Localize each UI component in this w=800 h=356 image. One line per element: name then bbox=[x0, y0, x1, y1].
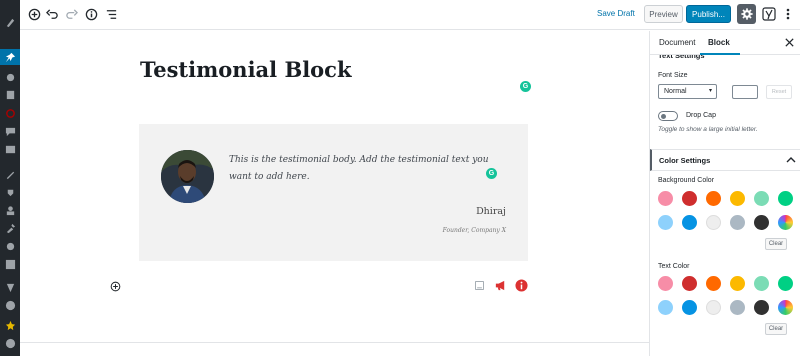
color-swatch[interactable] bbox=[682, 191, 697, 206]
drop-cap-toggle[interactable] bbox=[658, 111, 678, 121]
pages-icon[interactable] bbox=[3, 87, 17, 101]
brush-icon[interactable] bbox=[3, 15, 17, 29]
testimonial-body[interactable]: This is the testimonial body. Add the te… bbox=[229, 152, 509, 186]
more-menu-button[interactable] bbox=[782, 6, 794, 22]
custom-font-size-input[interactable] bbox=[732, 85, 758, 99]
color-swatch[interactable] bbox=[706, 300, 721, 315]
yoast-icon[interactable] bbox=[3, 280, 17, 294]
compass-icon[interactable] bbox=[3, 298, 17, 312]
active-tab-indicator bbox=[700, 53, 740, 55]
color-swatch[interactable] bbox=[778, 215, 793, 230]
sidebar-tabs: Document Block bbox=[650, 31, 800, 55]
tab-block[interactable]: Block bbox=[708, 38, 730, 47]
settings-icon[interactable] bbox=[3, 239, 17, 253]
color-swatch[interactable] bbox=[706, 191, 721, 206]
inserter-button[interactable] bbox=[108, 279, 122, 293]
avatar bbox=[161, 150, 214, 203]
yoast-icon bbox=[762, 7, 776, 21]
gear-icon bbox=[740, 8, 753, 20]
publish-button[interactable]: Publish... bbox=[686, 5, 731, 23]
color-settings-heading: Color Settings bbox=[659, 156, 711, 165]
color-swatch[interactable] bbox=[658, 276, 673, 291]
collapse-icon[interactable] bbox=[3, 336, 17, 350]
color-swatch[interactable] bbox=[754, 191, 769, 206]
color-swatch[interactable] bbox=[730, 276, 745, 291]
wp-admin-sidebar bbox=[0, 0, 20, 356]
clear-background-button[interactable]: Clear bbox=[765, 238, 787, 250]
drop-cap-help: Toggle to show a large initial letter. bbox=[658, 126, 758, 133]
drop-cap-label: Drop Cap bbox=[686, 112, 716, 119]
font-size-select[interactable]: Normal ▾ bbox=[658, 84, 717, 99]
color-swatch[interactable] bbox=[682, 276, 697, 291]
users-icon[interactable] bbox=[3, 203, 17, 217]
plugin-icon[interactable] bbox=[3, 106, 17, 120]
clear-text-button[interactable]: Clear bbox=[765, 323, 787, 335]
color-swatch[interactable] bbox=[658, 215, 673, 230]
color-swatch[interactable] bbox=[682, 300, 697, 315]
color-swatch[interactable] bbox=[706, 215, 721, 230]
color-settings-panel-header[interactable]: Color Settings bbox=[650, 149, 800, 171]
color-swatch[interactable] bbox=[730, 215, 745, 230]
font-size-label: Font Size bbox=[658, 72, 688, 79]
star-icon[interactable] bbox=[3, 318, 17, 332]
color-swatch[interactable] bbox=[730, 300, 745, 315]
color-swatch[interactable] bbox=[778, 276, 793, 291]
color-swatch[interactable] bbox=[754, 276, 769, 291]
color-swatch[interactable] bbox=[754, 215, 769, 230]
color-swatch[interactable] bbox=[658, 300, 673, 315]
text-color-label: Text Color bbox=[658, 263, 690, 270]
add-block-icon[interactable] bbox=[27, 7, 41, 21]
app: Save Draft Preview Publish... Testimonia… bbox=[0, 0, 800, 356]
block-navigation-icon[interactable] bbox=[104, 7, 118, 21]
plugins-icon[interactable] bbox=[3, 185, 17, 199]
settings-sidebar: Text Settings Document Block Font Size N… bbox=[649, 31, 800, 356]
info-circle-icon[interactable] bbox=[514, 278, 528, 292]
color-swatch[interactable] bbox=[658, 191, 673, 206]
pin-icon[interactable] bbox=[0, 49, 20, 65]
color-swatch[interactable] bbox=[682, 215, 697, 230]
testimonial-block[interactable]: This is the testimonial body. Add the te… bbox=[139, 124, 528, 261]
media-icon[interactable] bbox=[3, 70, 17, 84]
font-size-value: Normal bbox=[664, 88, 687, 95]
color-swatch[interactable] bbox=[754, 300, 769, 315]
editor-canvas: Testimonial Block G This is the testimon… bbox=[20, 31, 649, 356]
grid-icon[interactable] bbox=[3, 257, 17, 271]
chevron-down-icon: ▾ bbox=[708, 88, 712, 94]
chevron-up-icon bbox=[786, 157, 796, 163]
close-icon[interactable] bbox=[784, 37, 795, 48]
image-block-icon[interactable] bbox=[472, 278, 486, 292]
undo-icon[interactable] bbox=[45, 7, 59, 21]
reset-button[interactable]: Reset bbox=[766, 85, 792, 99]
megaphone-icon[interactable] bbox=[493, 278, 507, 292]
color-swatch[interactable] bbox=[706, 276, 721, 291]
info-icon[interactable] bbox=[84, 7, 98, 21]
divider bbox=[20, 342, 649, 343]
appearance-icon[interactable] bbox=[3, 167, 17, 181]
testimonial-name[interactable]: Dhiraj bbox=[476, 206, 506, 217]
tab-document[interactable]: Document bbox=[659, 38, 695, 47]
color-swatch[interactable] bbox=[778, 300, 793, 315]
settings-toggle-button[interactable] bbox=[737, 4, 756, 24]
save-draft-link[interactable]: Save Draft bbox=[597, 9, 635, 18]
redo-icon[interactable] bbox=[64, 7, 78, 21]
testimonial-role[interactable]: Founder, Company X bbox=[443, 227, 506, 234]
post-title[interactable]: Testimonial Block bbox=[140, 57, 352, 82]
editor-toolbar: Save Draft Preview Publish... bbox=[20, 0, 800, 30]
grammarly-icon[interactable]: G bbox=[486, 168, 497, 179]
toggle-knob bbox=[661, 113, 666, 119]
add-block-icon bbox=[110, 281, 120, 291]
forms-icon[interactable] bbox=[3, 142, 17, 156]
comments-icon[interactable] bbox=[3, 124, 17, 138]
yoast-button[interactable] bbox=[761, 6, 777, 22]
grammarly-icon[interactable]: G bbox=[520, 81, 531, 92]
color-swatch[interactable] bbox=[730, 191, 745, 206]
more-vertical-icon bbox=[786, 8, 790, 20]
tools-icon[interactable] bbox=[3, 221, 17, 235]
preview-button[interactable]: Preview bbox=[644, 5, 683, 23]
color-swatch[interactable] bbox=[778, 191, 793, 206]
background-color-label: Background Color bbox=[658, 177, 715, 184]
